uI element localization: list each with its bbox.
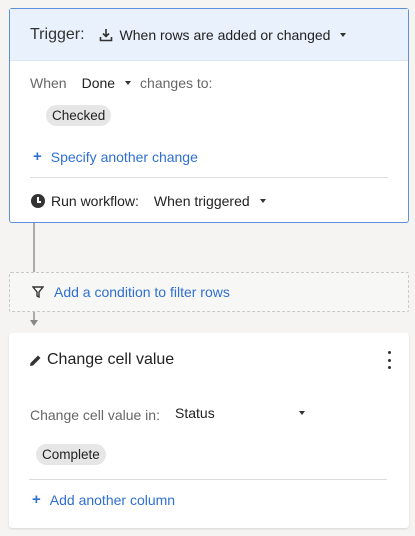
complete-value-chip[interactable]: Complete <box>36 444 106 465</box>
run-workflow-row: Run workflow: When triggered <box>31 193 266 209</box>
run-workflow-value: When triggered <box>153 193 250 209</box>
trigger-header: Trigger: When rows are added or changed <box>10 9 408 61</box>
add-another-column-label: Add another column <box>49 491 176 508</box>
arrow-down-icon <box>30 320 38 326</box>
trigger-event-dropdown[interactable]: When rows are added or changed <box>99 27 347 43</box>
specify-another-change-label: Specify another change <box>50 148 198 165</box>
clock-icon <box>31 194 45 208</box>
pencil-icon <box>30 355 41 366</box>
add-another-column-link[interactable]: + Add another column <box>32 491 175 508</box>
trigger-card: Trigger: When rows are added or changed … <box>9 8 409 223</box>
action-column-dropdown[interactable]: Status <box>175 405 305 421</box>
action-title: Change cell value <box>47 351 175 368</box>
divider <box>30 177 388 178</box>
add-condition-box[interactable]: Add a condition to filter rows <box>9 272 409 312</box>
trigger-column-value: Done <box>81 75 116 91</box>
trigger-label: Trigger: <box>30 25 85 43</box>
chevron-down-icon <box>259 199 266 203</box>
chevron-down-icon <box>340 32 347 37</box>
specify-another-change-link[interactable]: + Specify another change <box>33 148 198 165</box>
kebab-menu-icon[interactable] <box>386 351 392 369</box>
run-workflow-label: Run workflow: <box>51 193 139 209</box>
trigger-column-dropdown[interactable]: Done <box>81 75 132 91</box>
action-column-value: Status <box>175 405 215 421</box>
connector-line <box>33 223 35 272</box>
checked-value-chip[interactable]: Checked <box>46 105 112 126</box>
chevron-down-icon <box>125 81 132 85</box>
plus-icon: + <box>32 491 41 508</box>
cloud-download-icon <box>99 28 112 41</box>
change-in-row: Change cell value in: <box>30 407 160 423</box>
changes-to-label: changes to: <box>140 75 213 91</box>
divider <box>29 479 387 480</box>
plus-icon: + <box>33 148 42 165</box>
action-card: Change cell value Change cell value in: … <box>9 333 409 528</box>
connector-line <box>33 312 35 320</box>
when-row: When Done changes to: <box>30 75 212 91</box>
action-title-row: Change cell value <box>29 351 174 369</box>
filter-icon <box>32 286 44 298</box>
change-in-label: Change cell value in: <box>30 407 160 423</box>
run-workflow-dropdown[interactable]: When triggered <box>154 193 266 209</box>
add-condition-label: Add a condition to filter rows <box>54 284 230 300</box>
trigger-event-value: When rows are added or changed <box>119 26 331 43</box>
when-label: When <box>30 75 67 91</box>
chevron-down-icon <box>299 411 305 415</box>
